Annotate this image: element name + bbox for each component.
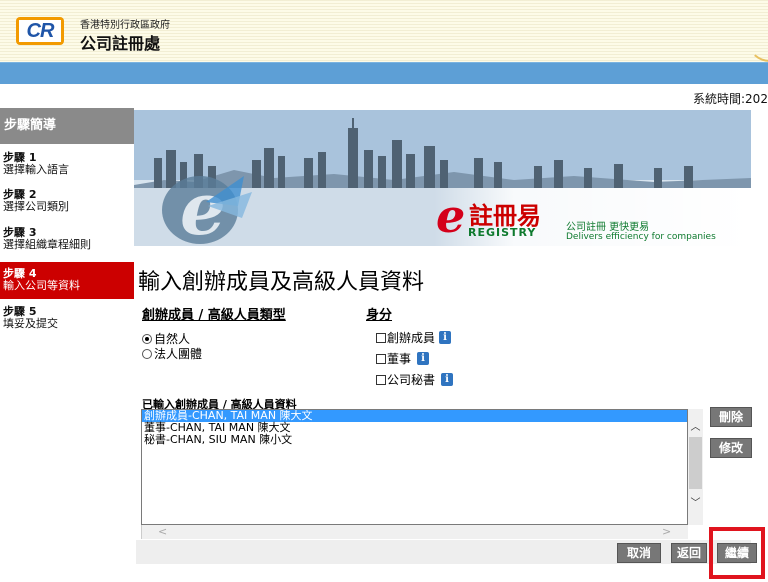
sidebar-step-1[interactable]: 步驟 1 選擇輸入語言 [0,152,134,176]
scroll-up-icon[interactable]: ︿ [688,421,703,435]
page-title: 輸入創辦成員及高級人員資料 [138,270,425,295]
step-label: 選擇輸入語言 [3,163,69,176]
radio-natural-person[interactable] [142,333,152,344]
list-vertical-scrollbar[interactable]: ︿ ﹀ [688,409,703,525]
step-label: 選擇組織章程細則 [3,238,91,251]
step-label: 填妥及提交 [3,317,58,330]
svg-text:e: e [436,190,465,238]
blue-nav-bar [0,62,768,86]
option-founder[interactable]: 創辦成員 i [376,329,452,346]
divider [0,84,768,87]
info-icon[interactable]: i [439,331,452,344]
department-name: 公司註冊處 [80,34,161,53]
sidebar-step-4[interactable]: 步驟 4 輸入公司等資料 [0,262,134,299]
banner-tagline-en: Delivers efficiency for companies [566,232,716,242]
sidebar-step-3[interactable]: 步驟 3 選擇組織章程細則 [0,227,134,251]
list-horizontal-scrollbar[interactable]: < > [141,525,688,539]
option-body-corporate[interactable]: 法人團體 [142,345,202,362]
option-label: 法人團體 [154,347,203,361]
back-button[interactable]: 返回 [671,543,707,563]
banner-tagline-cn: 公司註冊 更快更易 [566,222,650,233]
option-label: 董事 [387,352,412,366]
cr-logo-text: CR [19,20,61,42]
info-icon[interactable]: i [441,373,454,386]
government-name: 香港特別行政區政府 [80,20,170,31]
capacity-heading: 身分 [366,308,393,323]
delete-button[interactable]: 刪除 [710,407,752,427]
member-type-heading: 創辦成員 / 高級人員類型 [142,308,286,323]
banner-brand-en: REGISTRY [468,226,537,239]
sidebar-step-2[interactable]: 步驟 2 選擇公司類別 [0,189,134,213]
modify-button[interactable]: 修改 [710,438,752,458]
step-label: 選擇公司類別 [3,200,69,213]
cancel-button[interactable]: 取消 [617,543,661,563]
info-icon[interactable]: i [417,352,430,365]
list-item[interactable]: 秘書-CHAN, SIU MAN 陳小文 [142,434,687,446]
step-label: 輸入公司等資料 [3,279,80,292]
option-label: 公司秘書 [387,373,436,387]
sidebar-step-5[interactable]: 步驟 5 填妥及提交 [0,306,134,330]
option-label: 創辦成員 [387,331,436,345]
scroll-thumb[interactable] [689,437,702,489]
entered-members-listbox[interactable]: 創辦成員-CHAN, TAI MAN 陳大文 董事-CHAN, TAI MAN … [141,409,688,525]
radio-body-corporate[interactable] [142,348,152,359]
checkbox-director[interactable] [376,353,386,364]
scroll-right-icon[interactable]: > [662,525,671,539]
continue-highlight-box [709,527,765,579]
checkbox-secretary[interactable] [376,374,386,385]
scroll-down-icon[interactable]: ﹀ [688,497,703,511]
option-secretary[interactable]: 公司秘書 i [376,371,454,388]
cr-logo: CR [16,17,64,45]
scroll-left-icon[interactable]: < [158,525,167,539]
checkbox-founder[interactable] [376,332,386,343]
option-director[interactable]: 董事 i [376,350,430,367]
system-time: 系統時間:2020 [693,92,768,106]
step-guide-title: 步驟簡導 [0,108,134,144]
e-registry-banner: e e 註冊易 REGISTRY 公司註冊 更快更易 Delivers effi… [134,110,751,246]
